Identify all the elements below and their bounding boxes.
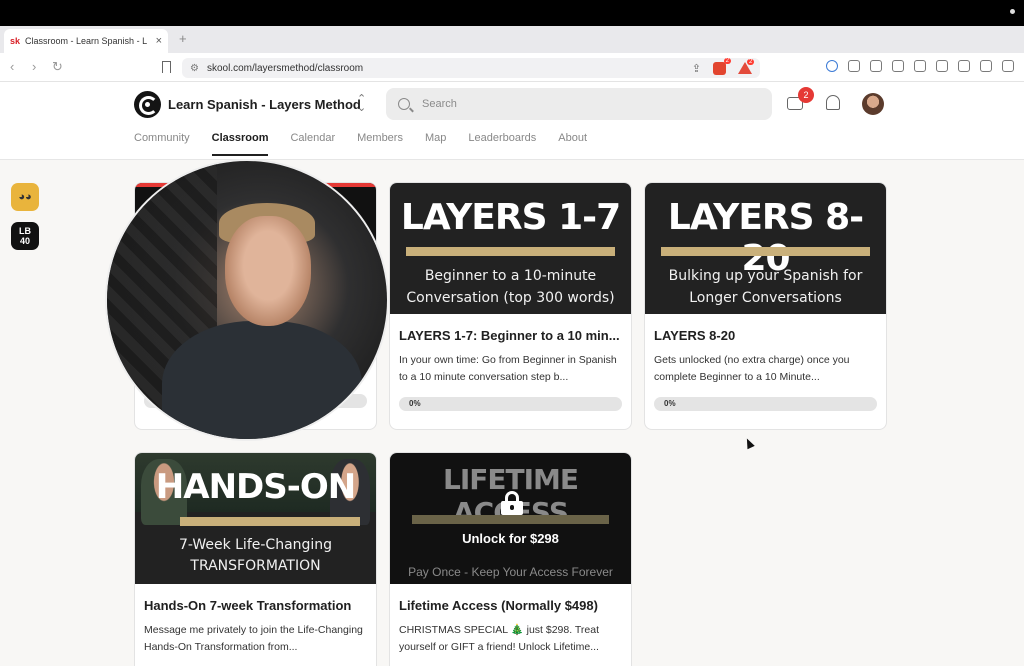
course-description: Message me privately to join the Life-Ch… <box>144 624 363 653</box>
reader-icon[interactable] <box>870 60 882 72</box>
chat-badge: 2 <box>798 87 814 103</box>
course-title[interactable]: LAYERS 1-7: Beginner to a 10 min... <box>399 328 622 343</box>
site-header: Learn Spanish - Layers Method ⌃⌄ 2 Commu… <box>0 82 1024 160</box>
extensions-icon[interactable] <box>848 60 860 72</box>
back-icon[interactable]: ‹ <box>10 59 14 74</box>
rewards-badge: 2 <box>747 59 755 65</box>
group-switcher-icon[interactable]: ⌃ ⌄ <box>357 94 366 114</box>
tab-members[interactable]: Members <box>357 132 403 156</box>
course-title[interactable]: Hands-On 7-week Transformation <box>144 598 367 613</box>
search-bar[interactable] <box>386 88 772 120</box>
tabs-icon[interactable] <box>892 60 904 72</box>
tab-close-icon[interactable]: × <box>156 35 162 47</box>
course-card[interactable]: HANDS-ON 7-Week Life-Changing TRANSFORMA… <box>134 452 377 666</box>
url-text[interactable]: skool.com/layersmethod/classroom <box>207 63 692 74</box>
favicon-icon: sk <box>10 36 21 46</box>
shield-icon[interactable]: 2 <box>713 57 731 75</box>
thumbnail-subtitle: Bulking up your Spanish for Longer Conve… <box>668 268 863 306</box>
group-name[interactable]: Learn Spanish - Layers Method <box>168 97 361 112</box>
course-thumbnail: HANDS-ON 7-Week Life-Changing TRANSFORMA… <box>135 453 376 584</box>
mouse-cursor-icon <box>743 436 755 450</box>
course-card[interactable]: LAYERS 8-20 Bulking up your Spanish for … <box>644 182 887 430</box>
thumbnail-accent-bar <box>412 515 609 524</box>
browser-tab[interactable]: sk Classroom - Learn Spanish - L × <box>4 29 168 53</box>
course-description: CHRISTMAS SPECIAL 🎄 just $298. Treat you… <box>399 624 600 653</box>
share-icon[interactable]: ⇪ <box>692 62 701 75</box>
unlock-price: Unlock for $298 <box>462 531 559 546</box>
thumbnail-accent-bar <box>406 247 615 256</box>
bookmark-icon[interactable] <box>162 61 171 73</box>
course-thumbnail: LAYERS 1-7 Beginner to a 10-minute Conve… <box>390 183 631 314</box>
cat-app-icon[interactable]: ◕◕ <box>11 183 39 211</box>
search-icon <box>398 98 410 110</box>
page: Learn Spanish - Layers Method ⌃⌄ 2 Commu… <box>0 82 1024 666</box>
tab-about[interactable]: About <box>558 132 587 156</box>
course-card[interactable]: LIFETIME ACCESS Unlock for $298 Pay Once… <box>389 452 632 666</box>
tab-title: Classroom - Learn Spanish - L <box>25 36 148 46</box>
progress-bar: 0% <box>654 397 877 411</box>
tab-map[interactable]: Map <box>425 132 446 156</box>
course-thumbnail: LIFETIME ACCESS Unlock for $298 Pay Once… <box>390 453 631 584</box>
thumbnail-subtitle: 7-Week Life-Changing TRANSFORMATION <box>178 537 333 574</box>
sidebar-icon[interactable] <box>914 60 926 72</box>
progress-label: 0% <box>409 399 421 408</box>
thumbnail-accent-bar <box>180 517 360 526</box>
progress-label: 0% <box>664 399 676 408</box>
lock-icon <box>501 491 523 515</box>
window-top-bar <box>0 0 1024 26</box>
tab-calendar[interactable]: Calendar <box>290 132 335 156</box>
vpn-icon[interactable] <box>980 60 992 72</box>
group-logo-icon[interactable] <box>134 91 161 118</box>
tab-leaderboards[interactable]: Leaderboards <box>468 132 536 156</box>
wallet-icon[interactable] <box>936 60 948 72</box>
avatar[interactable] <box>862 93 884 115</box>
reload-icon[interactable]: ↻ <box>52 59 63 75</box>
leo-icon[interactable] <box>958 60 970 72</box>
course-thumbnail: LAYERS 8-20 Bulking up your Spanish for … <box>645 183 886 314</box>
webcam-video-overlay[interactable] <box>107 161 387 439</box>
menu-icon[interactable] <box>1002 60 1014 72</box>
course-title[interactable]: Lifetime Access (Normally $498) <box>399 598 622 613</box>
speech-icon[interactable] <box>826 60 838 72</box>
course-title[interactable]: LAYERS 8-20 <box>654 328 877 343</box>
tab-classroom[interactable]: Classroom <box>211 132 269 156</box>
group-nav: Community Classroom Calendar Members Map… <box>134 132 587 156</box>
lb40-app-icon[interactable]: LB 40 <box>11 222 39 250</box>
progress-bar: 0% <box>399 397 622 411</box>
rewards-icon[interactable]: 2 <box>738 59 755 74</box>
thumbnail-subtitle: Beginner to a 10-minute Conversation (to… <box>406 268 615 306</box>
presenter-hoodie <box>162 321 362 439</box>
thumbnail-subtitle: Pay Once - Keep Your Access Forever <box>408 565 613 579</box>
bell-icon[interactable] <box>826 95 840 110</box>
course-description: Gets unlocked (no extra charge) once you… <box>654 354 850 383</box>
tab-strip: sk Classroom - Learn Spanish - L × + <box>0 26 1024 53</box>
thumbnail-title: LAYERS 1-7 <box>400 197 621 238</box>
forward-icon[interactable]: › <box>32 59 36 74</box>
site-settings-icon[interactable]: ⚙ <box>190 63 199 74</box>
url-field[interactable]: ⚙ skool.com/layersmethod/classroom ⇪ 2 2 <box>182 57 760 78</box>
new-tab-icon[interactable]: + <box>179 31 187 46</box>
thumbnail-title: HANDS-ON <box>155 467 356 507</box>
course-description: In your own time: Go from Beginner in Sp… <box>399 354 617 383</box>
shield-badge: 2 <box>723 57 731 64</box>
tab-community[interactable]: Community <box>134 132 190 156</box>
thumbnail-accent-bar <box>661 247 870 256</box>
browser-toolbar-icons <box>826 60 1014 72</box>
course-card[interactable]: LAYERS 1-7 Beginner to a 10-minute Conve… <box>389 182 632 430</box>
status-dot <box>1010 9 1015 14</box>
search-input[interactable] <box>422 98 742 110</box>
presenter-face <box>225 216 311 326</box>
address-bar: ‹ › ↻ ⚙ skool.com/layersmethod/classroom… <box>0 53 1024 82</box>
